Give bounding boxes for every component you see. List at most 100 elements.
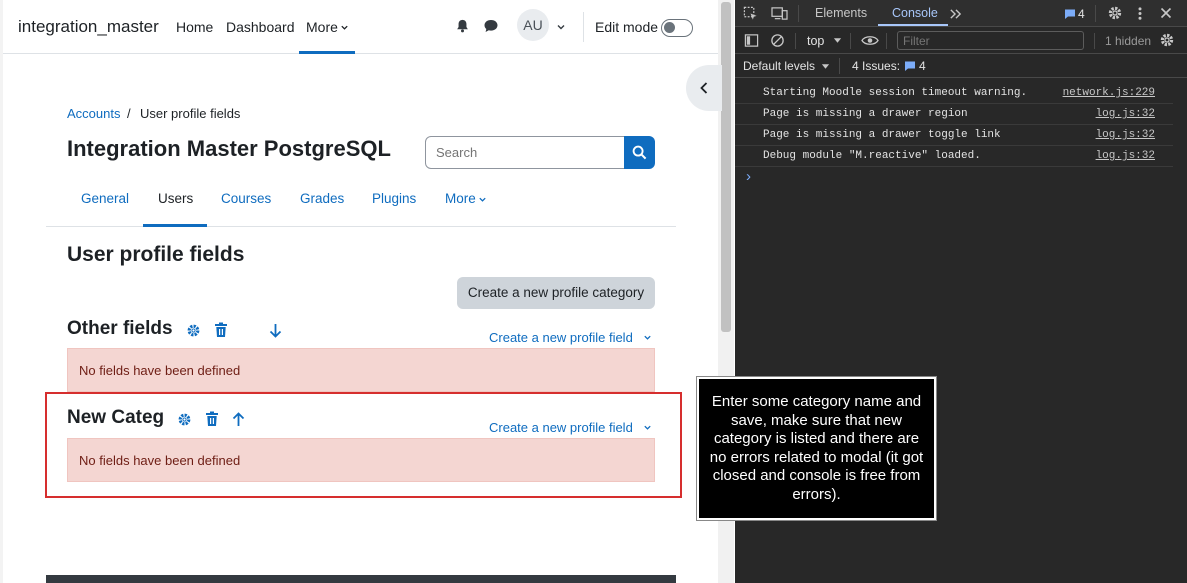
page-scrollbar-thumb[interactable] bbox=[721, 2, 731, 332]
toolbar-divider bbox=[850, 33, 851, 49]
caret-down-icon[interactable] bbox=[833, 37, 842, 45]
move-down-icon[interactable] bbox=[269, 323, 282, 338]
tab-general[interactable]: General bbox=[81, 191, 129, 206]
nav-more-label: More bbox=[306, 19, 338, 35]
log-source-link[interactable]: log.js:32 bbox=[1096, 108, 1155, 120]
nav-home-link[interactable]: Home bbox=[176, 19, 213, 35]
tab-grades[interactable]: Grades bbox=[300, 191, 344, 206]
bell-icon[interactable] bbox=[455, 18, 470, 34]
chevron-left-icon bbox=[700, 82, 708, 94]
console-log-row[interactable]: Debug module "M.reactive" loaded. log.js:… bbox=[735, 146, 1173, 167]
gear-icon[interactable] bbox=[186, 323, 201, 338]
search-button[interactable] bbox=[624, 136, 655, 169]
left-edge bbox=[0, 0, 3, 583]
messages-icon[interactable] bbox=[483, 18, 499, 34]
create-profile-category-button[interactable]: Create a new profile category bbox=[457, 277, 655, 309]
live-expression-eye-icon[interactable] bbox=[861, 34, 879, 47]
trash-icon[interactable] bbox=[214, 322, 228, 338]
edit-mode-toggle[interactable] bbox=[661, 19, 693, 37]
tab-divider bbox=[1095, 5, 1096, 22]
navbar-divider bbox=[583, 12, 584, 42]
console-log-row[interactable]: Page is missing a drawer toggle link log.… bbox=[735, 125, 1173, 146]
nav-more-menu[interactable]: More bbox=[299, 0, 355, 54]
log-source-link[interactable]: network.js:229 bbox=[1063, 87, 1155, 99]
issues-message-icon[interactable] bbox=[904, 60, 916, 72]
console-log-row[interactable]: Page is missing a drawer region log.js:32 bbox=[735, 104, 1173, 125]
page-footer bbox=[46, 575, 676, 583]
tab-more[interactable]: More bbox=[445, 191, 476, 206]
category-title: New Categ bbox=[67, 407, 165, 428]
log-message: Debug module "M.reactive" loaded. bbox=[763, 150, 981, 162]
user-menu-chevron-icon[interactable] bbox=[556, 22, 566, 32]
toolbar-divider bbox=[1094, 33, 1095, 49]
move-up-icon[interactable] bbox=[232, 412, 245, 427]
screen: integration_master Home Dashboard More A… bbox=[0, 0, 1187, 583]
console-tab-underline bbox=[878, 24, 948, 26]
close-icon[interactable] bbox=[1160, 7, 1172, 19]
section-heading: User profile fields bbox=[67, 243, 245, 266]
sidebar-toggle-icon[interactable] bbox=[744, 33, 759, 48]
tab-more-chevron-icon[interactable] bbox=[478, 195, 487, 204]
clear-console-icon[interactable] bbox=[770, 33, 785, 48]
edit-mode-label: Edit mode bbox=[595, 19, 659, 35]
tabs-divider bbox=[46, 226, 676, 227]
tab-console[interactable]: Console bbox=[892, 6, 938, 20]
tab-users[interactable]: Users bbox=[158, 191, 193, 206]
create-profile-field-menu[interactable]: Create a new profile field bbox=[489, 420, 633, 435]
device-toolbar-icon[interactable] bbox=[771, 6, 788, 21]
log-message: Page is missing a drawer toggle link bbox=[763, 129, 1001, 141]
kebab-menu-icon[interactable] bbox=[1137, 6, 1143, 21]
tab-elements[interactable]: Elements bbox=[815, 6, 867, 20]
log-message: Starting Moodle session timeout warning. bbox=[763, 87, 1028, 99]
issues-count[interactable]: 4 bbox=[919, 59, 926, 73]
toolbar-divider bbox=[839, 58, 840, 74]
log-levels-dropdown[interactable]: Default levels bbox=[743, 59, 815, 73]
settings-gear-icon[interactable] bbox=[1107, 5, 1123, 21]
tab-courses[interactable]: Courses bbox=[221, 191, 271, 206]
console-filter-input[interactable] bbox=[897, 31, 1084, 50]
gear-icon[interactable] bbox=[177, 412, 192, 427]
toggle-knob bbox=[664, 22, 675, 33]
top-navbar: integration_master Home Dashboard More A… bbox=[3, 0, 718, 54]
caret-down-icon[interactable] bbox=[821, 63, 830, 71]
tab-divider bbox=[798, 5, 799, 22]
devtools-tabbar: Elements Console 4 bbox=[735, 0, 1187, 27]
console-levels-bar: Default levels 4 Issues: 4 bbox=[735, 55, 1187, 78]
inspect-element-icon[interactable] bbox=[743, 6, 758, 21]
console-prompt[interactable]: › bbox=[746, 168, 751, 185]
breadcrumb-separator: / bbox=[127, 106, 131, 121]
annotation-callout: Enter some category name and save, make … bbox=[697, 377, 936, 520]
nav-dashboard-link[interactable]: Dashboard bbox=[226, 19, 295, 35]
chevron-down-icon[interactable] bbox=[643, 333, 652, 342]
trash-icon[interactable] bbox=[205, 411, 219, 427]
log-source-link[interactable]: log.js:32 bbox=[1096, 129, 1155, 141]
toolbar-divider bbox=[795, 33, 796, 49]
hidden-count[interactable]: 1 hidden bbox=[1105, 34, 1151, 48]
site-brand[interactable]: integration_master bbox=[18, 17, 159, 37]
issues-message-icon[interactable] bbox=[1064, 8, 1076, 20]
page-title: Integration Master PostgreSQL bbox=[67, 136, 391, 161]
chevron-down-icon[interactable] bbox=[643, 423, 652, 432]
no-fields-alert: No fields have been defined bbox=[67, 348, 655, 392]
more-tabs-icon[interactable] bbox=[949, 8, 962, 20]
breadcrumb-accounts[interactable]: Accounts bbox=[67, 106, 120, 121]
breadcrumb-current: User profile fields bbox=[140, 106, 241, 121]
console-log-row[interactable]: Starting Moodle session timeout warning.… bbox=[735, 83, 1173, 104]
user-avatar[interactable]: AU bbox=[517, 9, 549, 41]
chevron-down-icon bbox=[341, 25, 348, 30]
no-fields-alert: No fields have been defined bbox=[67, 438, 655, 482]
context-selector[interactable]: top bbox=[807, 34, 824, 48]
issues-label[interactable]: 4 Issues: bbox=[852, 59, 900, 73]
moodle-page: integration_master Home Dashboard More A… bbox=[0, 0, 734, 583]
open-drawer-button[interactable] bbox=[686, 65, 722, 111]
log-message: Page is missing a drawer region bbox=[763, 108, 968, 120]
category-title: Other fields bbox=[67, 318, 173, 339]
issues-badge-count[interactable]: 4 bbox=[1078, 7, 1085, 21]
search-icon bbox=[632, 145, 647, 160]
create-profile-field-menu[interactable]: Create a new profile field bbox=[489, 330, 633, 345]
console-settings-gear-icon[interactable] bbox=[1159, 32, 1175, 48]
log-source-link[interactable]: log.js:32 bbox=[1096, 150, 1155, 162]
tab-plugins[interactable]: Plugins bbox=[372, 191, 416, 206]
active-tab-underline bbox=[143, 224, 207, 227]
search-input[interactable] bbox=[425, 136, 625, 169]
